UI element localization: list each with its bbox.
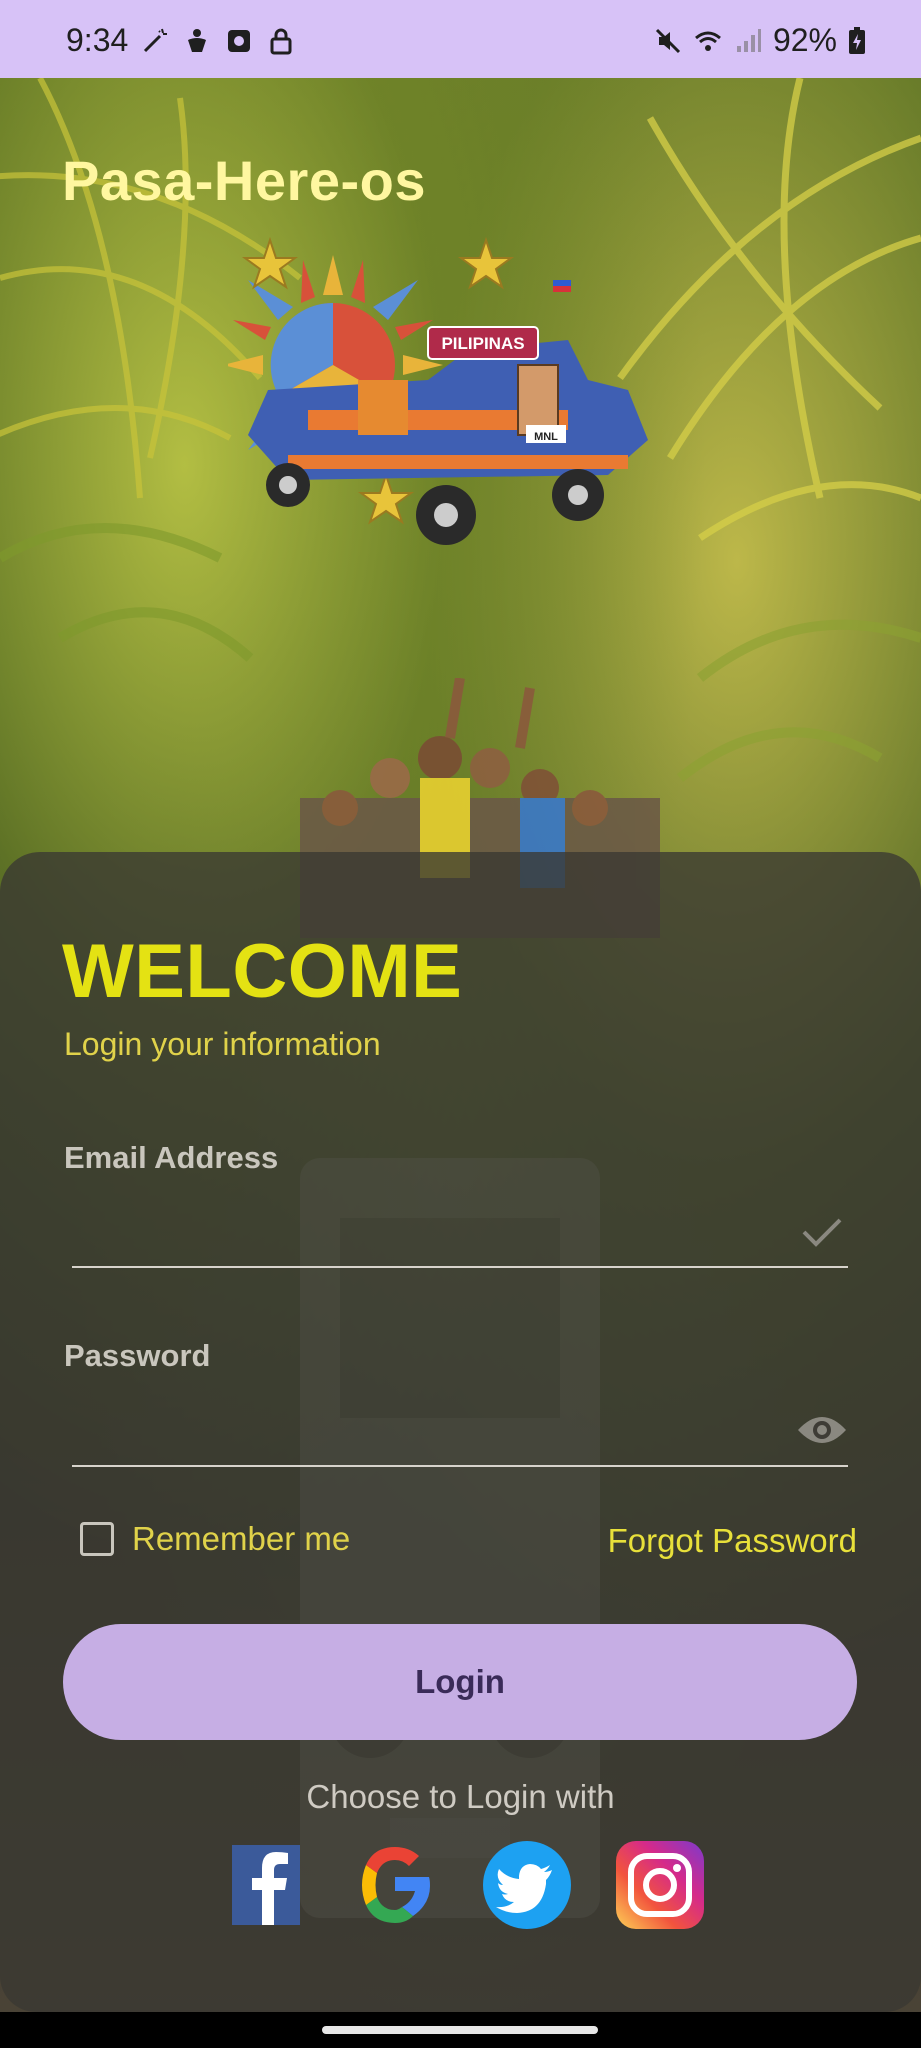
email-label: Email Address: [64, 1140, 279, 1175]
email-field[interactable]: [72, 1200, 776, 1252]
accessibility-icon: [188, 28, 207, 52]
magic-wand-icon: [144, 28, 168, 52]
login-subtitle: Login your information: [64, 1026, 381, 1062]
check-icon: [802, 1218, 842, 1247]
mute-icon: [655, 28, 681, 53]
forgot-password-link[interactable]: Forgot Password: [608, 1522, 857, 1560]
password-label: Password: [64, 1338, 211, 1373]
wifi-icon: [694, 31, 721, 51]
remember-me[interactable]: Remember me: [80, 1520, 350, 1558]
status-bar: 9:34 92%: [0, 0, 921, 78]
password-field[interactable]: [72, 1400, 776, 1452]
battery-charging-icon: [849, 26, 865, 54]
logo-sign-text: PILIPINAS: [441, 334, 524, 353]
eye-icon[interactable]: [796, 1410, 848, 1450]
status-time: 9:34: [66, 22, 129, 58]
logo-plate-text: MNL: [534, 431, 558, 443]
signal-icon: [736, 28, 761, 52]
instagram-icon[interactable]: [615, 1840, 705, 1930]
login-button[interactable]: Login: [63, 1624, 857, 1740]
remember-checkbox[interactable]: [80, 1522, 114, 1556]
email-underline: [72, 1266, 848, 1268]
status-left: 9:34: [66, 22, 296, 59]
google-icon[interactable]: [350, 1840, 440, 1930]
password-underline: [72, 1465, 848, 1467]
twitter-icon[interactable]: [482, 1840, 572, 1930]
screen-record-icon: [228, 29, 251, 52]
welcome-heading: WELCOME: [62, 929, 463, 1014]
facebook-icon[interactable]: [222, 1840, 312, 1930]
remember-label: Remember me: [132, 1520, 351, 1557]
jeepney-logo: PILIPINAS MNL: [228, 236, 648, 545]
home-gesture-handle[interactable]: [322, 2026, 598, 2034]
app-title: Pasa-Here-os: [62, 149, 426, 212]
star-icon: [457, 236, 515, 290]
choose-login-label: Choose to Login with: [306, 1778, 615, 1815]
lock-icon: [270, 28, 292, 54]
star-icon: [241, 236, 299, 290]
status-right: 92%: [653, 22, 867, 59]
star-icon: [357, 471, 415, 525]
battery-percent: 92%: [772, 22, 837, 58]
